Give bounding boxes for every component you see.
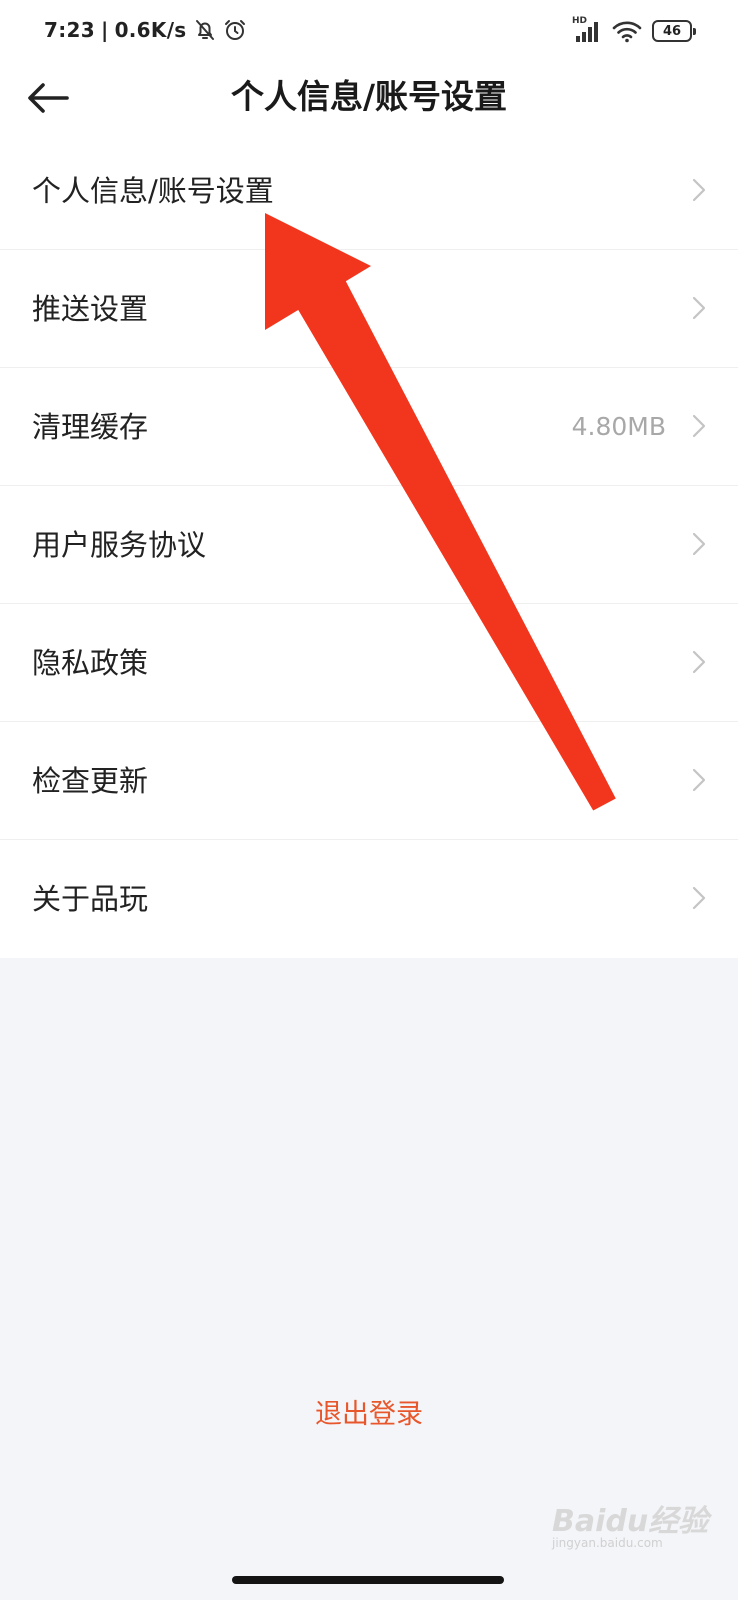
menu-item-label: 隐私政策 [32,646,149,680]
chevron-right-icon [692,414,706,438]
signal-indicator: HD [572,16,602,44]
menu-item-account-settings[interactable]: 个人信息/账号设置 [0,132,738,250]
baidu-watermark: Baidu经验 jingyan.baidu.com [552,1490,712,1560]
chevron-right-icon [692,886,706,910]
menu-item-privacy-policy[interactable]: 隐私政策 [0,604,738,722]
battery-level: 46 [662,23,682,39]
chevron-right-icon [692,650,706,674]
menu-item-user-agreement[interactable]: 用户服务协议 [0,486,738,604]
bell-off-icon [195,20,214,40]
menu-item-about[interactable]: 关于品玩 [0,840,738,958]
chevron-right-icon [692,768,706,792]
watermark-subtext: jingyan.baidu.com [552,1536,663,1550]
menu-item-check-update[interactable]: 检查更新 [0,722,738,840]
status-right: HD 46 [562,16,696,44]
header: 个人信息/账号设置 [0,64,738,132]
chevron-right-icon [692,178,706,202]
menu-item-clear-cache[interactable]: 清理缓存 4.80MB [0,368,738,486]
logout-button[interactable]: 退出登录 [0,1395,738,1435]
menu-item-push-settings[interactable]: 推送设置 [0,250,738,368]
menu-item-label: 检查更新 [32,764,149,798]
home-indicator[interactable] [232,1576,504,1584]
alarm-icon [224,20,245,40]
network-speed: 0.6K/s [114,18,187,42]
watermark-text: Baidu经验 [552,1504,709,1539]
menu-item-label: 关于品玩 [32,882,149,916]
status-bar: 7:23 | 0.6K/s HD 46 [0,0,738,64]
menu-item-label: 个人信息/账号设置 [32,174,274,208]
settings-menu: 个人信息/账号设置 推送设置 清理缓存 4.80MB 用户服务协议 隐私政策 检… [0,132,738,958]
wifi-icon [612,21,642,43]
hd-label: HD [572,16,588,26]
menu-item-label: 清理缓存 [32,410,149,444]
status-left: 7:23 | 0.6K/s [44,18,247,42]
battery-icon: 46 [652,20,696,42]
chevron-right-icon [692,532,706,556]
chevron-right-icon [692,296,706,320]
menu-item-label: 推送设置 [32,292,149,326]
status-separator: | [100,18,109,42]
status-time: 7:23 [44,18,95,42]
menu-item-label: 用户服务协议 [32,528,207,562]
cache-size-value: 4.80MB [571,412,666,441]
page-title: 个人信息/账号设置 [230,77,508,116]
